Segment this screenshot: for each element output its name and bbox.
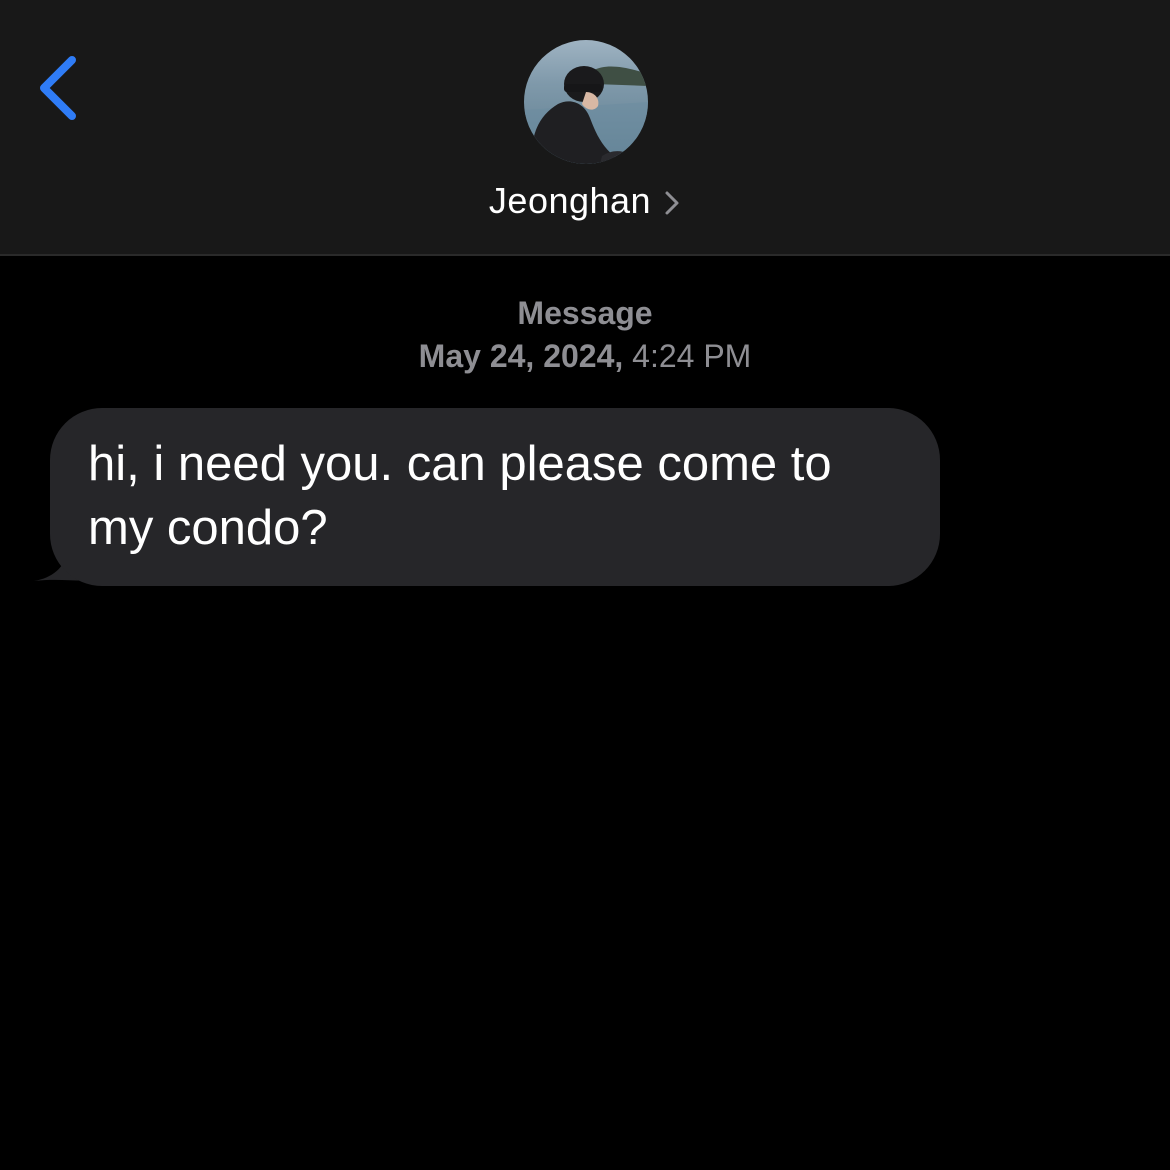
service-label: Message xyxy=(517,295,653,331)
incoming-message-bubble[interactable]: hi, i need you. can please come to my co… xyxy=(50,408,940,586)
contact-info-button[interactable]: Jeonghan xyxy=(0,176,1170,226)
thread-timestamp: May 24, 2024, 4:24 PM xyxy=(0,334,1170,378)
back-button[interactable] xyxy=(28,50,88,130)
conversation-header: Jeonghan xyxy=(0,0,1170,256)
thread-meta: Message May 24, 2024, 4:24 PM xyxy=(0,292,1170,378)
message-row: hi, i need you. can please come to my co… xyxy=(34,408,940,586)
chevron-right-icon xyxy=(665,191,679,215)
thread-time: 4:24 PM xyxy=(632,338,752,374)
contact-name: Jeonghan xyxy=(488,180,652,221)
thread-date: May 24, 2024, xyxy=(418,338,624,374)
contact-photo xyxy=(524,40,648,164)
avatar[interactable] xyxy=(524,40,648,164)
chevron-left-icon xyxy=(40,56,76,120)
